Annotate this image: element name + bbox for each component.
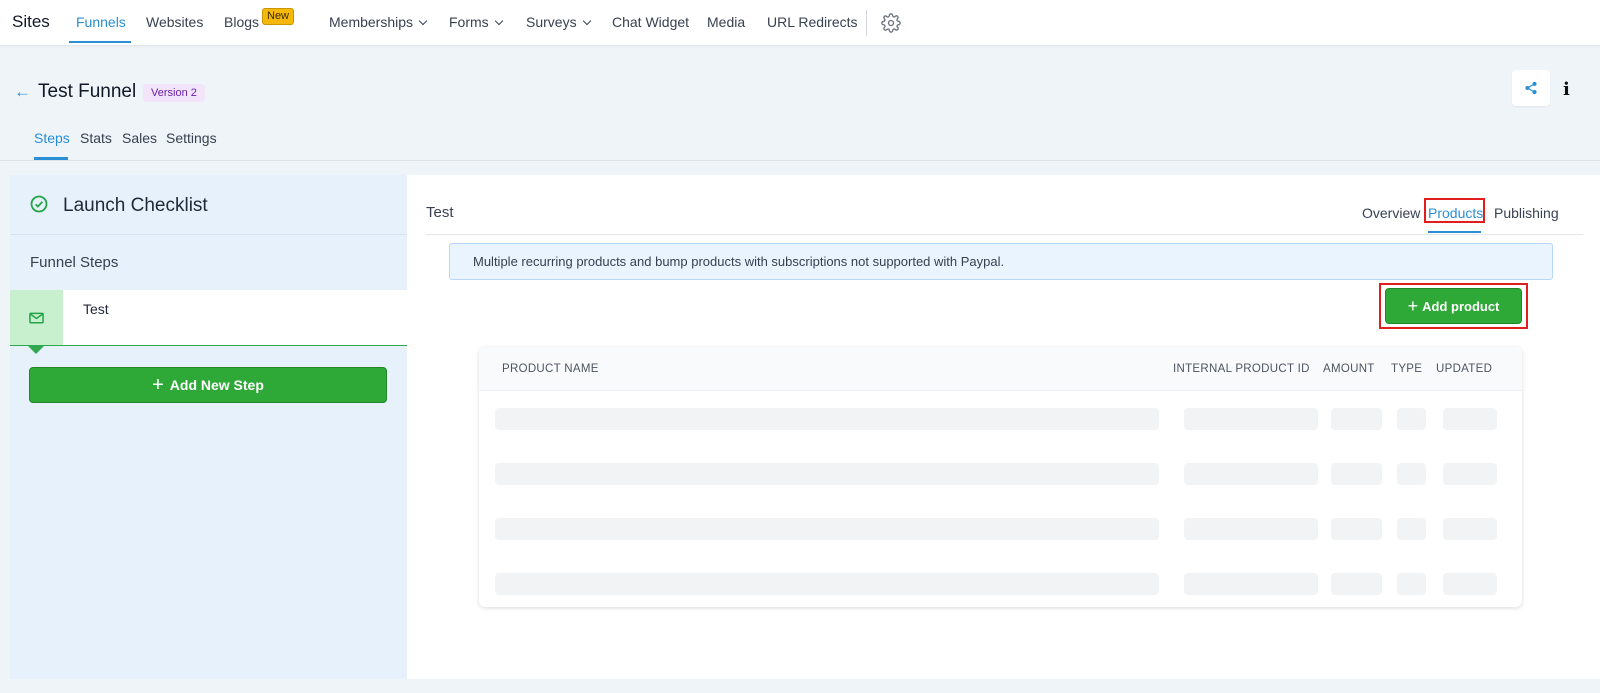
funnel-step-label: Test xyxy=(83,301,109,317)
version-badge: Version 2 xyxy=(143,84,205,102)
top-navigation: Sites Funnels Websites Blogs New Members… xyxy=(0,0,1600,46)
brand-title: Sites xyxy=(12,12,50,31)
nav-item-blogs[interactable]: Blogs xyxy=(224,14,259,30)
funnel-sidebar: Launch Checklist Funnel Steps Test + Add… xyxy=(10,175,407,679)
share-button[interactable] xyxy=(1512,70,1550,106)
add-new-step-button[interactable]: + Add New Step xyxy=(29,367,387,403)
skeleton-cell xyxy=(1443,463,1497,485)
nav-item-websites[interactable]: Websites xyxy=(146,14,203,30)
skeleton-cell xyxy=(1331,573,1382,595)
nav-item-url-redirects[interactable]: URL Redirects xyxy=(767,14,858,30)
nav-item-memberships[interactable]: Memberships xyxy=(329,14,428,30)
skeleton-cell xyxy=(495,518,1159,540)
skeleton-cell xyxy=(1397,518,1426,540)
page-title: Test Funnel xyxy=(38,81,137,102)
skeleton-cell xyxy=(1397,463,1426,485)
header-divider xyxy=(0,160,1600,161)
share-icon xyxy=(1525,81,1537,95)
mail-icon xyxy=(29,312,44,324)
new-badge: New xyxy=(262,8,295,25)
chevron-down-icon xyxy=(418,16,428,26)
alert-message: Multiple recurring products and bump pro… xyxy=(473,254,1005,269)
check-circle-icon xyxy=(30,195,48,213)
nav-item-chat-widget[interactable]: Chat Widget xyxy=(612,14,689,30)
skeleton-cell xyxy=(495,463,1159,485)
skeleton-cell xyxy=(1184,518,1318,540)
tab-stats[interactable]: Stats xyxy=(80,130,112,146)
skeleton-cell xyxy=(1397,573,1426,595)
nav-item-media[interactable]: Media xyxy=(707,14,745,30)
paypal-info-alert: Multiple recurring products and bump pro… xyxy=(449,243,1553,280)
skeleton-cell xyxy=(1184,463,1318,485)
add-product-label: Add product xyxy=(1422,298,1500,314)
nav-item-memberships-label: Memberships xyxy=(329,14,414,30)
nav-item-surveys[interactable]: Surveys xyxy=(526,14,591,30)
chevron-down-icon xyxy=(582,16,591,26)
column-internal-product-id: INTERNAL PRODUCT ID xyxy=(1173,363,1310,375)
nav-item-forms-label: Forms xyxy=(449,14,489,30)
funnel-step-item[interactable]: Test xyxy=(10,290,407,354)
launch-checklist[interactable]: Launch Checklist xyxy=(10,175,407,235)
nav-item-forms[interactable]: Forms xyxy=(449,14,503,30)
nav-item-surveys-label: Surveys xyxy=(526,14,577,30)
chevron-down-icon xyxy=(494,16,503,26)
skeleton-cell xyxy=(1184,573,1318,595)
nav-divider xyxy=(866,10,867,36)
products-tab-highlight xyxy=(1424,198,1485,223)
nav-active-indicator xyxy=(69,41,131,43)
skeleton-cell xyxy=(1443,518,1497,540)
plus-icon: + xyxy=(152,374,164,396)
tab-sales[interactable]: Sales xyxy=(122,130,157,146)
skeleton-cell xyxy=(1184,408,1318,430)
column-type: TYPE xyxy=(1391,363,1423,375)
add-product-button[interactable]: + Add product xyxy=(1385,288,1522,324)
tab-steps[interactable]: Steps xyxy=(34,130,70,146)
tabs-divider xyxy=(426,234,1583,235)
nav-item-funnels[interactable]: Funnels xyxy=(76,14,126,30)
skeleton-cell xyxy=(495,573,1159,595)
step-title: Test xyxy=(426,204,454,221)
table-header: PRODUCT NAME INTERNAL PRODUCT ID AMOUNT … xyxy=(479,347,1522,391)
back-arrow-icon[interactable]: ← xyxy=(14,82,31,102)
step-icon-box xyxy=(10,290,63,345)
skeleton-cell xyxy=(1331,518,1382,540)
info-icon[interactable]: i xyxy=(1563,79,1570,100)
skeleton-cell xyxy=(1443,408,1497,430)
tab-publishing[interactable]: Publishing xyxy=(1494,205,1559,221)
skeleton-cell xyxy=(1331,408,1382,430)
column-product-name: PRODUCT NAME xyxy=(502,363,599,375)
step-active-pointer xyxy=(28,346,44,354)
skeleton-cell xyxy=(1331,463,1382,485)
products-table: PRODUCT NAME INTERNAL PRODUCT ID AMOUNT … xyxy=(479,347,1522,607)
skeleton-cell xyxy=(1397,408,1426,430)
step-detail-panel: Test Overview Products Publishing Multip… xyxy=(407,175,1600,679)
skeleton-cell xyxy=(1443,573,1497,595)
tab-overview[interactable]: Overview xyxy=(1362,205,1420,221)
funnel-steps-heading: Funnel Steps xyxy=(30,254,119,271)
column-updated: UPDATED xyxy=(1436,363,1493,375)
products-tab-indicator xyxy=(1428,231,1481,233)
add-new-step-label: Add New Step xyxy=(169,377,264,393)
skeleton-cell xyxy=(495,408,1159,430)
launch-checklist-title: Launch Checklist xyxy=(63,195,208,216)
column-amount: AMOUNT xyxy=(1323,363,1375,375)
plus-icon: + xyxy=(1407,296,1419,316)
gear-icon[interactable] xyxy=(881,13,901,33)
tab-settings[interactable]: Settings xyxy=(166,130,217,146)
